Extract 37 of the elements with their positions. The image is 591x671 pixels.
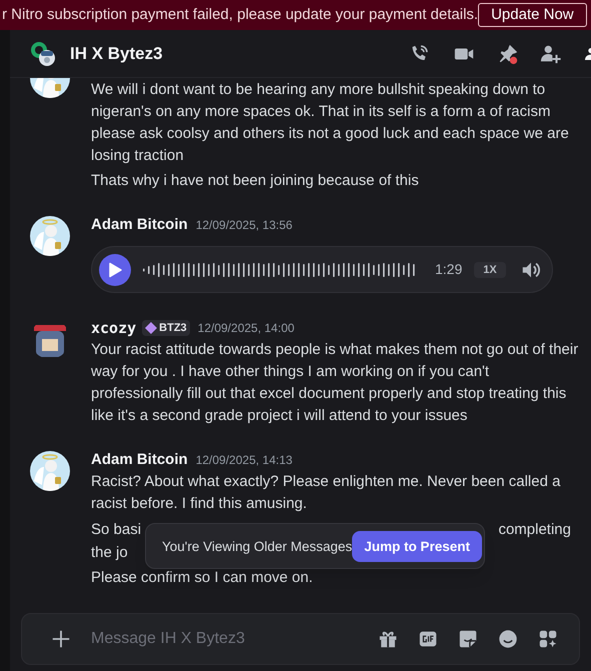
- sticker-icon[interactable]: [457, 628, 479, 650]
- tag-label: BTZ3: [159, 320, 187, 336]
- plus-icon[interactable]: [50, 628, 72, 650]
- guild-tag[interactable]: BTZ3: [142, 320, 190, 336]
- channel-title: IH X Bytez3: [70, 42, 163, 65]
- message-composer[interactable]: Message IH X Bytez3: [21, 613, 580, 665]
- banner-text: r Nitro subscription payment failed, please update your payment details.: [2, 4, 478, 25]
- message-text: the jo: [91, 543, 128, 563]
- timestamp: 12/09/2025, 13:56: [196, 217, 292, 234]
- message-text: completing: [498, 520, 571, 540]
- message-text: Thats why i have not been joining because of this: [91, 171, 420, 191]
- message-text: Please confirm so I can move on.: [91, 568, 314, 588]
- emoji-icon[interactable]: [497, 628, 519, 650]
- username[interactable]: xcozy: [91, 316, 136, 340]
- message-text: Racist? About what exactly? Please enlighten me. Never been called a racist before. I find this amusing.: [91, 472, 562, 514]
- username[interactable]: Adam Bitcoin: [91, 214, 188, 236]
- update-now-button[interactable]: Update Now: [478, 3, 587, 27]
- message-text: So basi: [91, 520, 142, 540]
- message-input[interactable]: Message IH X Bytez3: [91, 627, 377, 651]
- username[interactable]: Adam Bitcoin: [91, 448, 188, 472]
- message-text: Your racist attitude towards people is what makes them not go out of their way for you . I have other things I am working on if you can't professionally fill out that excel document properly and stop treating this like it's a second grade project i will attend to your issues: [91, 340, 580, 426]
- message-text: We will i dont want to be hearing any more bullshit speaking down to nigeran's on any more spaces ok. That in its self is a form a of racism please ask coolsy and others its not a good luck and each space we are losing traction: [91, 80, 570, 166]
- play-button[interactable]: [99, 254, 131, 286]
- jump-to-present-button[interactable]: Jump to Present: [352, 530, 482, 562]
- apps-icon[interactable]: [537, 628, 559, 650]
- play-icon: [108, 262, 122, 278]
- timestamp: 12/09/2025, 14:13: [196, 452, 292, 469]
- duration: 1:29: [435, 260, 462, 279]
- waveform[interactable]: [143, 262, 417, 278]
- avatar[interactable]: [30, 451, 70, 491]
- avatar[interactable]: [30, 216, 70, 256]
- toast-text: You're Viewing Older Messages: [162, 538, 352, 556]
- pin-icon[interactable]: [497, 42, 519, 64]
- timestamp: 12/09/2025, 14:00: [198, 320, 294, 337]
- playback-speed-button[interactable]: 1X: [474, 262, 506, 278]
- group-avatar: [30, 40, 56, 66]
- diamond-icon: [145, 322, 158, 334]
